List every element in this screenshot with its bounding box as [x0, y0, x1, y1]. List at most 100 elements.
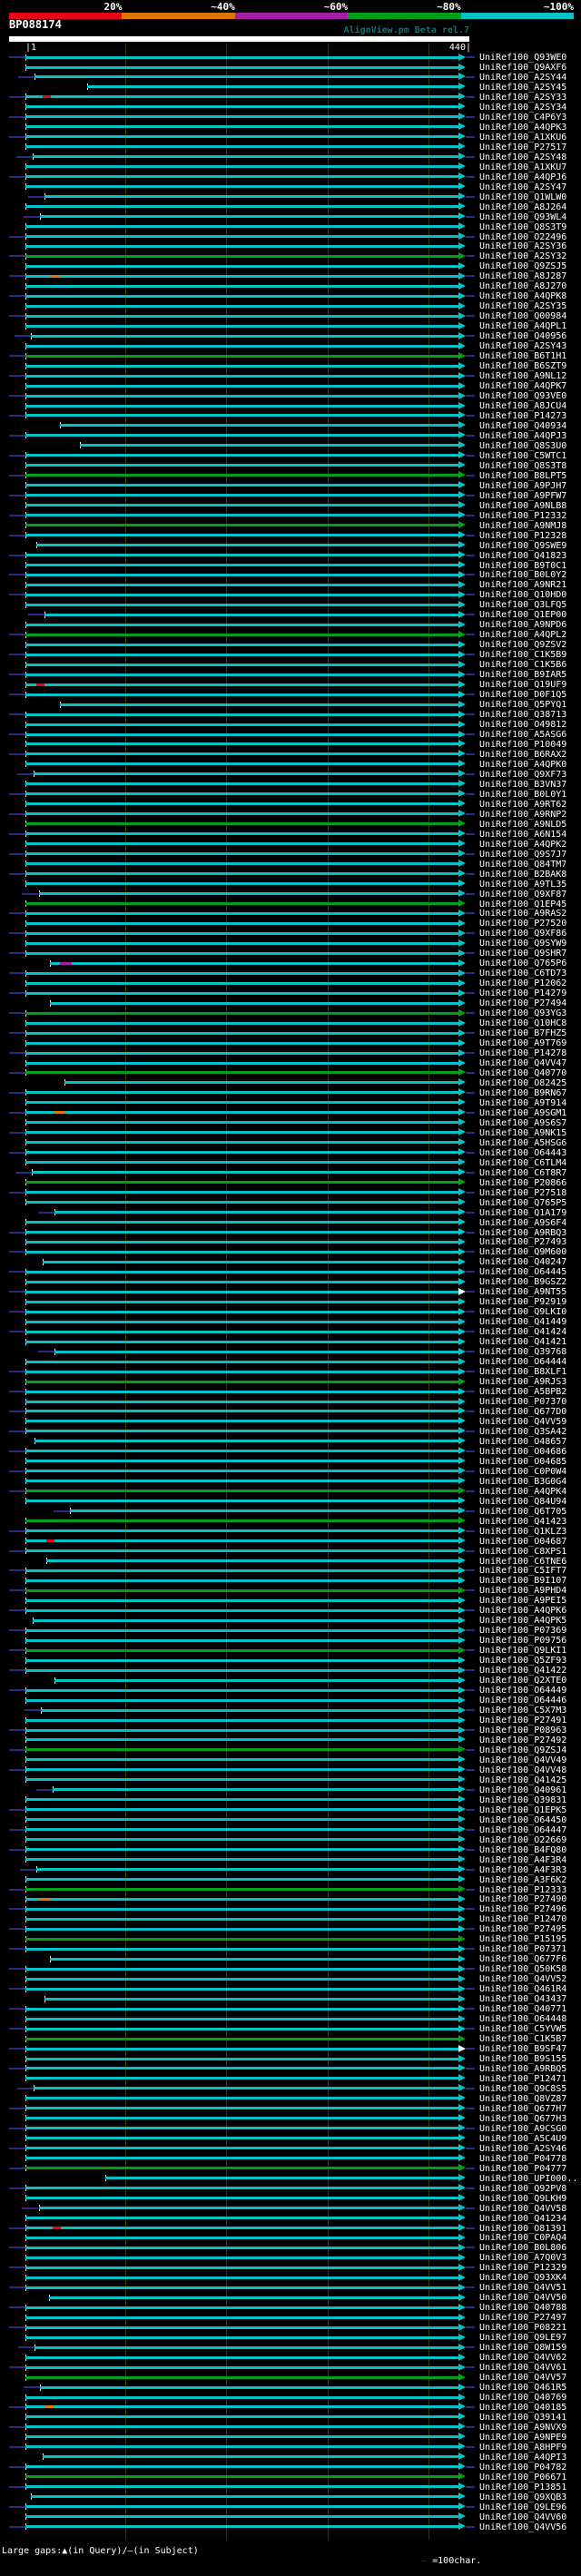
- hit-label[interactable]: UniRef100_Q8W159: [479, 2343, 566, 2353]
- hit-label[interactable]: UniRef100_A8JCU4: [479, 401, 566, 411]
- hit-bar[interactable]: [36, 1868, 458, 1871]
- hit-bar[interactable]: [25, 1858, 458, 1862]
- hit-label[interactable]: UniRef100_C1K5B9: [479, 650, 566, 660]
- hit-label[interactable]: UniRef100_A3F6K2: [479, 1875, 566, 1885]
- hit-label[interactable]: UniRef100_Q9ZSJ4: [479, 1745, 566, 1755]
- hit-label[interactable]: UniRef100_A7Q0V3: [479, 2253, 566, 2263]
- hit-label[interactable]: UniRef100_Q765P6: [479, 959, 566, 968]
- hit-label[interactable]: UniRef100_Q39831: [479, 1795, 566, 1805]
- hit-bar[interactable]: [30, 334, 458, 338]
- hit-bar[interactable]: [25, 2485, 458, 2489]
- hit-label[interactable]: UniRef100_O82425: [479, 1078, 566, 1088]
- hit-label[interactable]: UniRef100_Q9LKI0: [479, 1307, 566, 1317]
- hit-bar[interactable]: [39, 215, 458, 218]
- hit-label[interactable]: UniRef100_B0L0Y2: [479, 570, 566, 580]
- hit-bar[interactable]: [25, 723, 458, 726]
- hit-label[interactable]: UniRef100_Q3SA42: [479, 1427, 566, 1437]
- hit-bar[interactable]: [25, 494, 458, 497]
- hit-bar[interactable]: [25, 534, 458, 537]
- hit-bar[interactable]: [25, 573, 458, 576]
- hit-bar[interactable]: [25, 1888, 458, 1891]
- hit-label[interactable]: UniRef100_Q5PYQ1: [479, 700, 566, 710]
- hit-label[interactable]: UniRef100_O48657: [479, 1437, 566, 1447]
- hit-label[interactable]: UniRef100_Q10HD0: [479, 590, 566, 600]
- hit-label[interactable]: UniRef100_A9PJH7: [479, 481, 566, 491]
- hit-label[interactable]: UniRef100_O22669: [479, 1835, 566, 1845]
- hit-label[interactable]: UniRef100_Q4VV52: [479, 1974, 566, 1984]
- hit-label[interactable]: UniRef100_P20866: [479, 1178, 566, 1188]
- hit-bar[interactable]: [34, 2345, 458, 2349]
- hit-bar[interactable]: [25, 832, 458, 836]
- hit-label[interactable]: UniRef100_Q9LKI1: [479, 1646, 566, 1656]
- hit-bar[interactable]: [25, 752, 458, 756]
- hit-label[interactable]: UniRef100_A8HPF9: [479, 2443, 566, 2453]
- hit-label[interactable]: UniRef100_A5BPB2: [479, 1387, 566, 1397]
- hit-bar[interactable]: [54, 1350, 458, 1353]
- hit-label[interactable]: UniRef100_C6TNE6: [479, 1557, 566, 1567]
- hit-label[interactable]: UniRef100_O64444: [479, 1357, 566, 1367]
- hit-label[interactable]: UniRef100_B6RAX2: [479, 750, 566, 760]
- hit-label[interactable]: UniRef100_A8J270: [479, 281, 566, 291]
- hit-bar[interactable]: [25, 872, 458, 875]
- hit-bar[interactable]: [25, 2227, 458, 2229]
- hit-bar[interactable]: [25, 1111, 458, 1115]
- hit-label[interactable]: UniRef100_Q1EPK5: [479, 1805, 566, 1815]
- hit-label[interactable]: UniRef100_A2SY47: [479, 182, 566, 192]
- hit-bar[interactable]: [25, 1808, 458, 1812]
- hit-bar[interactable]: [25, 394, 458, 398]
- hit-bar[interactable]: [25, 1470, 458, 1473]
- hit-label[interactable]: UniRef100_Q41449: [479, 1317, 566, 1327]
- hit-label[interactable]: UniRef100_P27490: [479, 1894, 566, 1904]
- hit-bar[interactable]: [25, 1181, 458, 1185]
- hit-label[interactable]: UniRef100_Q765P5: [479, 1198, 566, 1208]
- hit-bar[interactable]: [25, 1021, 458, 1025]
- hit-label[interactable]: UniRef100_A4QPL1: [479, 321, 566, 331]
- hit-bar[interactable]: [25, 2197, 458, 2200]
- hit-label[interactable]: UniRef100_A2SY44: [479, 73, 566, 83]
- hit-label[interactable]: UniRef100_C6TLM4: [479, 1158, 566, 1168]
- hit-label[interactable]: UniRef100_B0L0Y1: [479, 790, 566, 800]
- hit-bar[interactable]: [25, 2335, 458, 2339]
- hit-label[interactable]: UniRef100_Q1KLZ3: [479, 1527, 566, 1537]
- hit-label[interactable]: UniRef100_A2SY35: [479, 301, 566, 311]
- hit-bar[interactable]: [25, 55, 458, 59]
- hit-label[interactable]: UniRef100_B9RN67: [479, 1088, 566, 1098]
- hit-label[interactable]: UniRef100_C0P0W4: [479, 1467, 566, 1477]
- hit-bar[interactable]: [25, 1897, 458, 1901]
- hit-label[interactable]: UniRef100_P27493: [479, 1237, 566, 1247]
- hit-label[interactable]: UniRef100_P12328: [479, 531, 566, 541]
- hit-label[interactable]: UniRef100_C5IFT7: [479, 1566, 566, 1576]
- hit-label[interactable]: UniRef100_Q461R4: [479, 1984, 566, 1994]
- hit-label[interactable]: UniRef100_P13851: [479, 2483, 566, 2492]
- hit-label[interactable]: UniRef100_Q4VV51: [479, 2283, 566, 2293]
- hit-bar[interactable]: [25, 484, 458, 487]
- hit-bar[interactable]: [25, 2157, 458, 2160]
- hit-label[interactable]: UniRef100_Q4VV62: [479, 2353, 566, 2363]
- hit-bar[interactable]: [25, 921, 458, 925]
- hit-bar[interactable]: [25, 1071, 458, 1075]
- hit-bar[interactable]: [25, 1977, 458, 1981]
- hit-bar[interactable]: [25, 2266, 458, 2269]
- hit-bar[interactable]: [25, 344, 458, 348]
- hit-bar[interactable]: [25, 125, 458, 129]
- hit-bar[interactable]: [25, 165, 458, 169]
- hit-label[interactable]: UniRef100_A9T769: [479, 1038, 566, 1048]
- hit-bar[interactable]: [32, 155, 458, 159]
- hit-label[interactable]: UniRef100_UPI000..: [479, 2174, 577, 2184]
- hit-bar[interactable]: [25, 1121, 458, 1125]
- hit-label[interactable]: UniRef100_Q6T705: [479, 1507, 566, 1517]
- hit-bar[interactable]: [59, 703, 458, 706]
- hit-bar[interactable]: [80, 444, 458, 447]
- hit-bar[interactable]: [25, 414, 458, 418]
- hit-bar[interactable]: [25, 2017, 458, 2020]
- hit-label[interactable]: UniRef100_Q1A179: [479, 1208, 566, 1218]
- hit-bar[interactable]: [25, 2276, 458, 2279]
- hit-bar[interactable]: [25, 911, 458, 915]
- hit-bar[interactable]: [25, 1410, 458, 1413]
- hit-bar[interactable]: [25, 653, 458, 656]
- hit-bar[interactable]: [25, 205, 458, 209]
- hit-bar[interactable]: [25, 2525, 458, 2529]
- hit-label[interactable]: UniRef100_B9GSZ2: [479, 1277, 566, 1287]
- hit-bar[interactable]: [25, 1658, 458, 1662]
- hit-label[interactable]: UniRef100_Q9C8S5: [479, 2084, 566, 2094]
